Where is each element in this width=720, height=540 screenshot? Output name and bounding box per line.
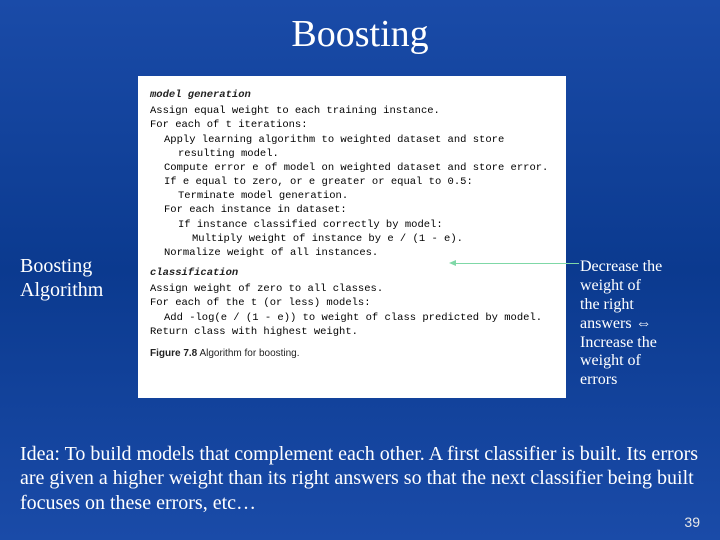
algo-line: Compute error e of model on weighted dat… (150, 161, 554, 175)
figure-caption-text: Algorithm for boosting. (197, 348, 299, 359)
algo-line: Assign equal weight to each training ins… (150, 104, 554, 118)
algo-line: Multiply weight of instance by e / (1 - … (150, 232, 554, 246)
algo-line: Return class with highest weight. (150, 325, 554, 339)
algo-line: Normalize weight of all instances. (150, 246, 554, 260)
note-line: the right (580, 296, 634, 313)
figure-caption: Figure 7.8 Algorithm for boosting. (150, 347, 554, 361)
note-line: errors (580, 371, 617, 388)
content-area: Boosting Algorithm model generation Assi… (0, 76, 720, 416)
algo-line: For each instance in dataset: (150, 203, 554, 217)
note-line: Decrease the (580, 258, 662, 275)
algo-line: Assign weight of zero to all classes. (150, 282, 554, 296)
algo-section-classification: classification (150, 266, 554, 280)
algo-line: For each of t iterations: (150, 118, 554, 132)
left-label-line1: Boosting (20, 255, 92, 277)
algo-line: Add -log(e / (1 - e)) to weight of class… (150, 311, 554, 325)
figure-caption-label: Figure 7.8 (150, 348, 197, 359)
right-annotation: Decrease the weight of the right answers… (580, 258, 705, 390)
algo-line: If instance classified correctly by mode… (150, 218, 554, 232)
algo-section-modelgen: model generation (150, 88, 554, 102)
algo-line: For each of the t (or less) models: (150, 296, 554, 310)
slide-title: Boosting (0, 0, 720, 56)
algo-line: Terminate model generation. (150, 189, 554, 203)
left-label-line2: Algorithm (20, 279, 103, 301)
page-number: 39 (684, 514, 700, 530)
note-line: Increase the (580, 334, 657, 351)
note-line: weight of (580, 277, 641, 294)
algo-line: If e equal to zero, or e greater or equa… (150, 175, 554, 189)
left-label: Boosting Algorithm (20, 254, 103, 302)
note-line: weight of (580, 352, 641, 369)
annotation-arrow-icon (455, 263, 579, 264)
algorithm-box: model generation Assign equal weight to … (138, 76, 566, 398)
note-line: answers (580, 315, 636, 332)
idea-paragraph: Idea: To build models that complement ea… (20, 442, 700, 515)
algo-line: Apply learning algorithm to weighted dat… (150, 133, 554, 147)
algo-line: resulting model. (150, 147, 554, 161)
double-arrow-icon: ⇔ (636, 315, 652, 332)
